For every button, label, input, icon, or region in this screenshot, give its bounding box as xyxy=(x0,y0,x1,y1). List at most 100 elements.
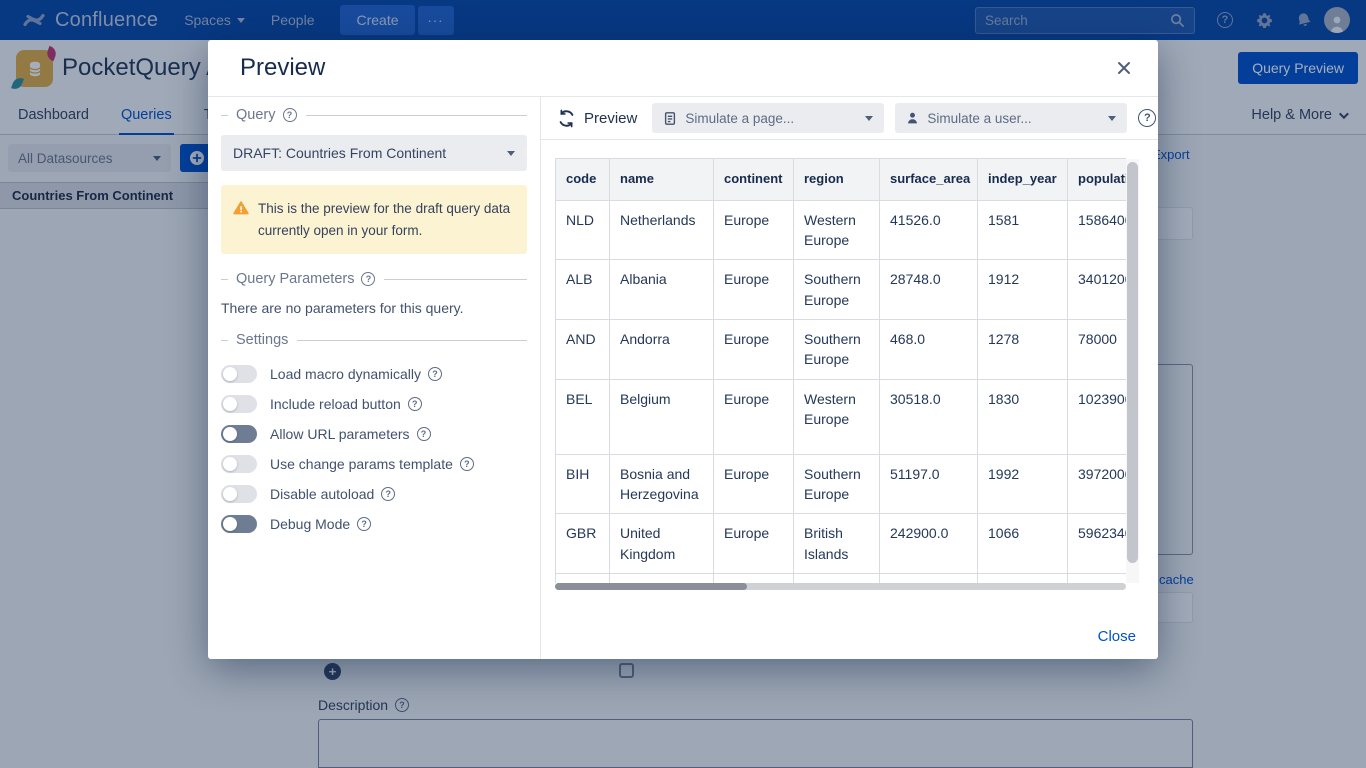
toggle-label: Use change params template xyxy=(270,456,453,472)
table-column-header: continent xyxy=(714,159,794,201)
caret-down-icon xyxy=(507,151,515,156)
query-section-legend: Query ? xyxy=(221,107,527,123)
toggle-switch[interactable] xyxy=(221,395,257,413)
vertical-scrollbar-thumb[interactable] xyxy=(1127,162,1138,563)
table-cell: AND xyxy=(556,320,610,380)
toggle-label: Debug Mode xyxy=(270,516,350,532)
table-cell: 1278 xyxy=(978,320,1068,380)
caret-down-icon xyxy=(865,116,873,121)
parameters-legend-label: Query Parameters xyxy=(236,271,354,287)
help-icon[interactable]: ? xyxy=(417,427,431,441)
modal-body: Query ? DRAFT: Countries From Continent … xyxy=(208,97,1158,659)
table-cell: 41526.0 xyxy=(880,200,978,260)
table-header-row: codenamecontinentregionsurface_areaindep… xyxy=(556,159,1127,201)
table-cell: 30518.0 xyxy=(880,379,978,454)
setting-toggle-row: Disable autoload? xyxy=(221,479,527,509)
help-icon[interactable]: ? xyxy=(428,367,442,381)
simulate-page-select[interactable]: Simulate a page... xyxy=(652,103,884,133)
table-row: NLDNetherlandsEuropeWestern Europe41526.… xyxy=(556,200,1127,260)
settings-legend-label: Settings xyxy=(236,332,288,348)
table-row: ALBAlbaniaEuropeSouthern Europe28748.019… xyxy=(556,260,1127,320)
table-row: GBRUnited KingdomEuropeBritish Islands24… xyxy=(556,514,1127,574)
setting-toggle-row: Load macro dynamically? xyxy=(221,359,527,389)
table-row: BIHBosnia and HerzegovinaEuropeSouthern … xyxy=(556,454,1127,514)
help-icon[interactable]: ? xyxy=(357,517,371,531)
horizontal-scrollbar-thumb[interactable] xyxy=(555,583,747,590)
setting-toggle-row: Include reload button? xyxy=(221,389,527,419)
table-cell: NLD xyxy=(556,200,610,260)
help-icon[interactable]: ? xyxy=(460,457,474,471)
query-legend-label: Query xyxy=(236,107,276,123)
table-cell: 1912 xyxy=(978,260,1068,320)
table-cell: 1066 xyxy=(978,514,1068,574)
table-cell: Europe xyxy=(714,260,794,320)
table-cell: Belgium xyxy=(610,379,714,454)
horizontal-scrollbar[interactable] xyxy=(555,583,1126,590)
refresh-icon xyxy=(557,109,576,128)
table-cell: Southern Europe xyxy=(794,320,880,380)
table-cell: 59623400 xyxy=(1068,514,1127,574)
preview-modal: Preview Query ? DRAFT: Countries From Co… xyxy=(208,40,1158,659)
query-select-value: DRAFT: Countries From Continent xyxy=(233,145,446,161)
no-parameters-text: There are no parameters for this query. xyxy=(221,300,527,316)
table-cell: 468.0 xyxy=(880,320,978,380)
modal-title: Preview xyxy=(240,54,325,82)
toggle-switch[interactable] xyxy=(221,425,257,443)
setting-toggle-row: Allow URL parameters? xyxy=(221,419,527,449)
result-table-clip: codenamecontinentregionsurface_areaindep… xyxy=(555,158,1126,583)
toggle-label: Load macro dynamically xyxy=(270,366,421,382)
table-cell: BIH xyxy=(556,454,610,514)
table-cell: BEL xyxy=(556,379,610,454)
table-column-header: name xyxy=(610,159,714,201)
user-icon xyxy=(906,111,919,125)
help-icon[interactable]: ? xyxy=(381,487,395,501)
table-cell: BGR xyxy=(556,573,610,583)
help-icon[interactable]: ? xyxy=(361,272,375,286)
simulate-user-select[interactable]: Simulate a user... xyxy=(895,103,1127,133)
toggle-label: Disable autoload xyxy=(270,486,374,502)
toggle-switch[interactable] xyxy=(221,455,257,473)
refresh-preview-label: Preview xyxy=(584,110,637,127)
table-cell: British Islands xyxy=(794,514,880,574)
help-icon[interactable]: ? xyxy=(283,108,297,122)
table-cell: 3972000 xyxy=(1068,454,1127,514)
table-cell: Netherlands xyxy=(610,200,714,260)
close-button[interactable]: Close xyxy=(1098,628,1136,645)
query-select[interactable]: DRAFT: Countries From Continent xyxy=(221,135,527,171)
refresh-preview-button[interactable]: Preview xyxy=(557,109,637,128)
toggle-switch[interactable] xyxy=(221,515,257,533)
table-cell: 10239000 xyxy=(1068,379,1127,454)
result-table-container: codenamecontinentregionsurface_areaindep… xyxy=(555,158,1139,590)
table-cell: 1830 xyxy=(978,379,1068,454)
table-cell: ALB xyxy=(556,260,610,320)
setting-toggle-row: Debug Mode? xyxy=(221,509,527,539)
table-cell: 78000 xyxy=(1068,320,1127,380)
table-cell: Europe xyxy=(714,573,794,583)
caret-down-icon xyxy=(1108,116,1116,121)
table-cell: Albania xyxy=(610,260,714,320)
table-cell: Western Europe xyxy=(794,200,880,260)
vertical-scrollbar[interactable] xyxy=(1126,159,1139,583)
toggle-switch[interactable] xyxy=(221,365,257,383)
toggle-switch[interactable] xyxy=(221,485,257,503)
table-cell: Bulgaria xyxy=(610,573,714,583)
help-icon[interactable]: ? xyxy=(408,397,422,411)
table-cell: United Kingdom xyxy=(610,514,714,574)
close-icon[interactable] xyxy=(1112,56,1136,80)
settings-toggle-list: Load macro dynamically?Include reload bu… xyxy=(221,359,527,539)
table-cell: Europe xyxy=(714,320,794,380)
table-cell: 1992 xyxy=(978,454,1068,514)
table-cell: Southern Europe xyxy=(794,260,880,320)
table-cell: Eastern Europe xyxy=(794,573,880,583)
toggle-knob xyxy=(223,517,237,531)
table-column-header: region xyxy=(794,159,880,201)
toggle-knob xyxy=(223,427,237,441)
toggle-label: Include reload button xyxy=(270,396,401,412)
table-cell: Western Europe xyxy=(794,379,880,454)
simulate-user-placeholder: Simulate a user... xyxy=(927,111,1031,126)
preview-result-area: codenamecontinentregionsurface_areaindep… xyxy=(541,140,1158,659)
parameters-section-legend: Query Parameters ? xyxy=(221,271,527,287)
help-icon[interactable]: ? xyxy=(1138,109,1156,127)
table-column-header: code xyxy=(556,159,610,201)
table-cell: Europe xyxy=(714,379,794,454)
